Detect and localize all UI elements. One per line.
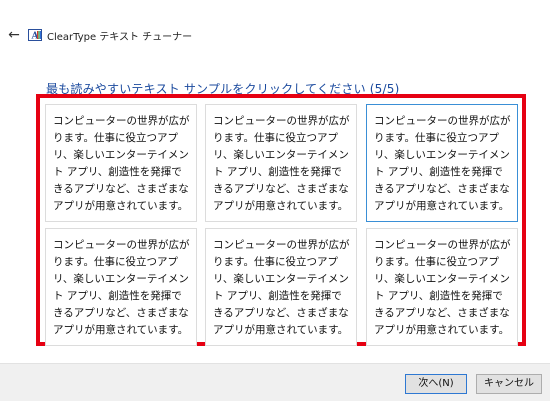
text-sample-6[interactable]: コンピューターの世界が広がります。仕事に役立つアプリ、楽しいエンターテイメント …	[366, 228, 518, 346]
text-sample-4[interactable]: コンピューターの世界が広がります。仕事に役立つアプリ、楽しいエンターテイメント …	[45, 228, 197, 346]
cleartype-app-icon: A	[28, 29, 42, 41]
text-sample-1[interactable]: コンピューターの世界が広がります。仕事に役立つアプリ、楽しいエンターテイメント …	[45, 104, 197, 222]
sample-grid: コンピューターの世界が広がります。仕事に役立つアプリ、楽しいエンターテイメント …	[0, 0, 550, 400]
cancel-button[interactable]: キャンセル	[476, 374, 542, 394]
text-sample-2[interactable]: コンピューターの世界が広がります。仕事に役立つアプリ、楽しいエンターテイメント …	[205, 104, 357, 222]
text-sample-5[interactable]: コンピューターの世界が広がります。仕事に役立つアプリ、楽しいエンターテイメント …	[205, 228, 357, 346]
footer-bar: 次へ(N) キャンセル	[0, 363, 550, 401]
window-title: ClearType テキスト チューナー	[47, 32, 193, 43]
text-sample-3[interactable]: コンピューターの世界が広がります。仕事に役立つアプリ、楽しいエンターテイメント …	[366, 104, 518, 222]
back-arrow-icon[interactable]: ←	[6, 27, 22, 43]
title-bar: ← A ClearType テキスト チューナー	[0, 0, 550, 56]
next-button[interactable]: 次へ(N)	[405, 374, 467, 394]
